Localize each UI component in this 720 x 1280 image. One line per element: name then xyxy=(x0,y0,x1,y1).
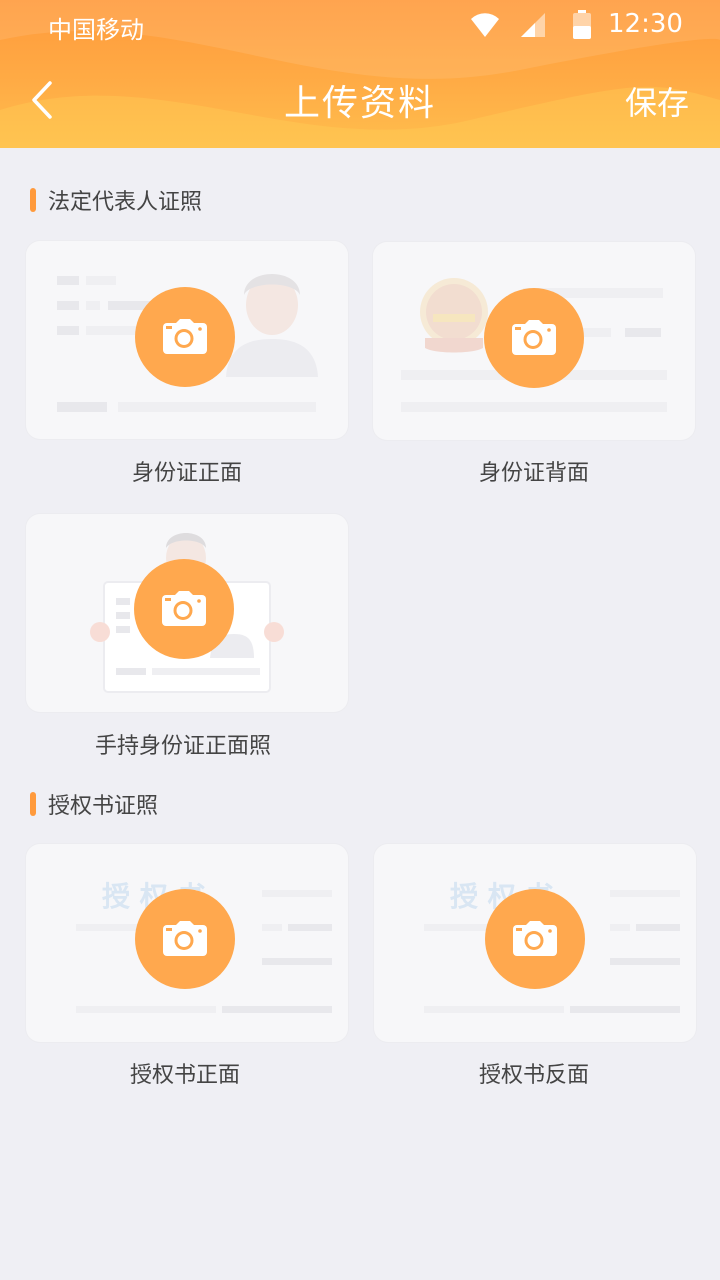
upload-card-handheld-id[interactable] xyxy=(26,514,348,712)
chevron-left-icon xyxy=(32,81,52,119)
section-title: 授权书证照 xyxy=(48,794,159,819)
camera-icon xyxy=(513,921,557,956)
camera-button[interactable] xyxy=(485,889,585,989)
upload-card-id-front[interactable] xyxy=(26,241,348,439)
card-label: 授权书正面 xyxy=(129,1063,240,1088)
section-accent-bar xyxy=(30,188,36,212)
signal-icon xyxy=(521,13,545,37)
camera-icon xyxy=(163,921,207,956)
upload-card-auth-back[interactable]: 授 权 书 xyxy=(374,844,696,1042)
camera-icon xyxy=(162,591,206,626)
save-button[interactable]: 保存 xyxy=(612,78,702,124)
card-label: 身份证背面 xyxy=(478,461,589,486)
camera-button[interactable] xyxy=(484,288,584,388)
back-button[interactable] xyxy=(20,76,64,124)
camera-button[interactable] xyxy=(134,559,234,659)
section-header-authorization: 授权书证照 xyxy=(30,790,159,819)
status-bar: 中国移动 12:30 xyxy=(0,0,720,50)
carrier-name: 中国移动 xyxy=(48,16,144,44)
camera-icon xyxy=(512,320,556,355)
section-accent-bar xyxy=(30,792,36,816)
camera-button[interactable] xyxy=(135,889,235,989)
section-header-legal-rep: 法定代表人证照 xyxy=(30,186,203,215)
upload-card-id-back[interactable] xyxy=(373,242,695,440)
wifi-icon xyxy=(471,13,499,38)
battery-icon xyxy=(573,10,591,39)
page-title: 上传资料 xyxy=(283,83,436,124)
upload-card-auth-front[interactable]: 授 权 书 xyxy=(26,844,348,1042)
camera-button[interactable] xyxy=(135,287,235,387)
card-label: 身份证正面 xyxy=(131,461,242,486)
camera-icon xyxy=(163,319,207,354)
card-label: 手持身份证正面照 xyxy=(94,734,271,759)
section-title: 法定代表人证照 xyxy=(48,190,203,215)
card-label: 授权书反面 xyxy=(478,1063,589,1088)
app-header: 中国移动 12:30 上传资料 保存 xyxy=(0,0,720,148)
status-time: 12:30 xyxy=(608,9,683,39)
